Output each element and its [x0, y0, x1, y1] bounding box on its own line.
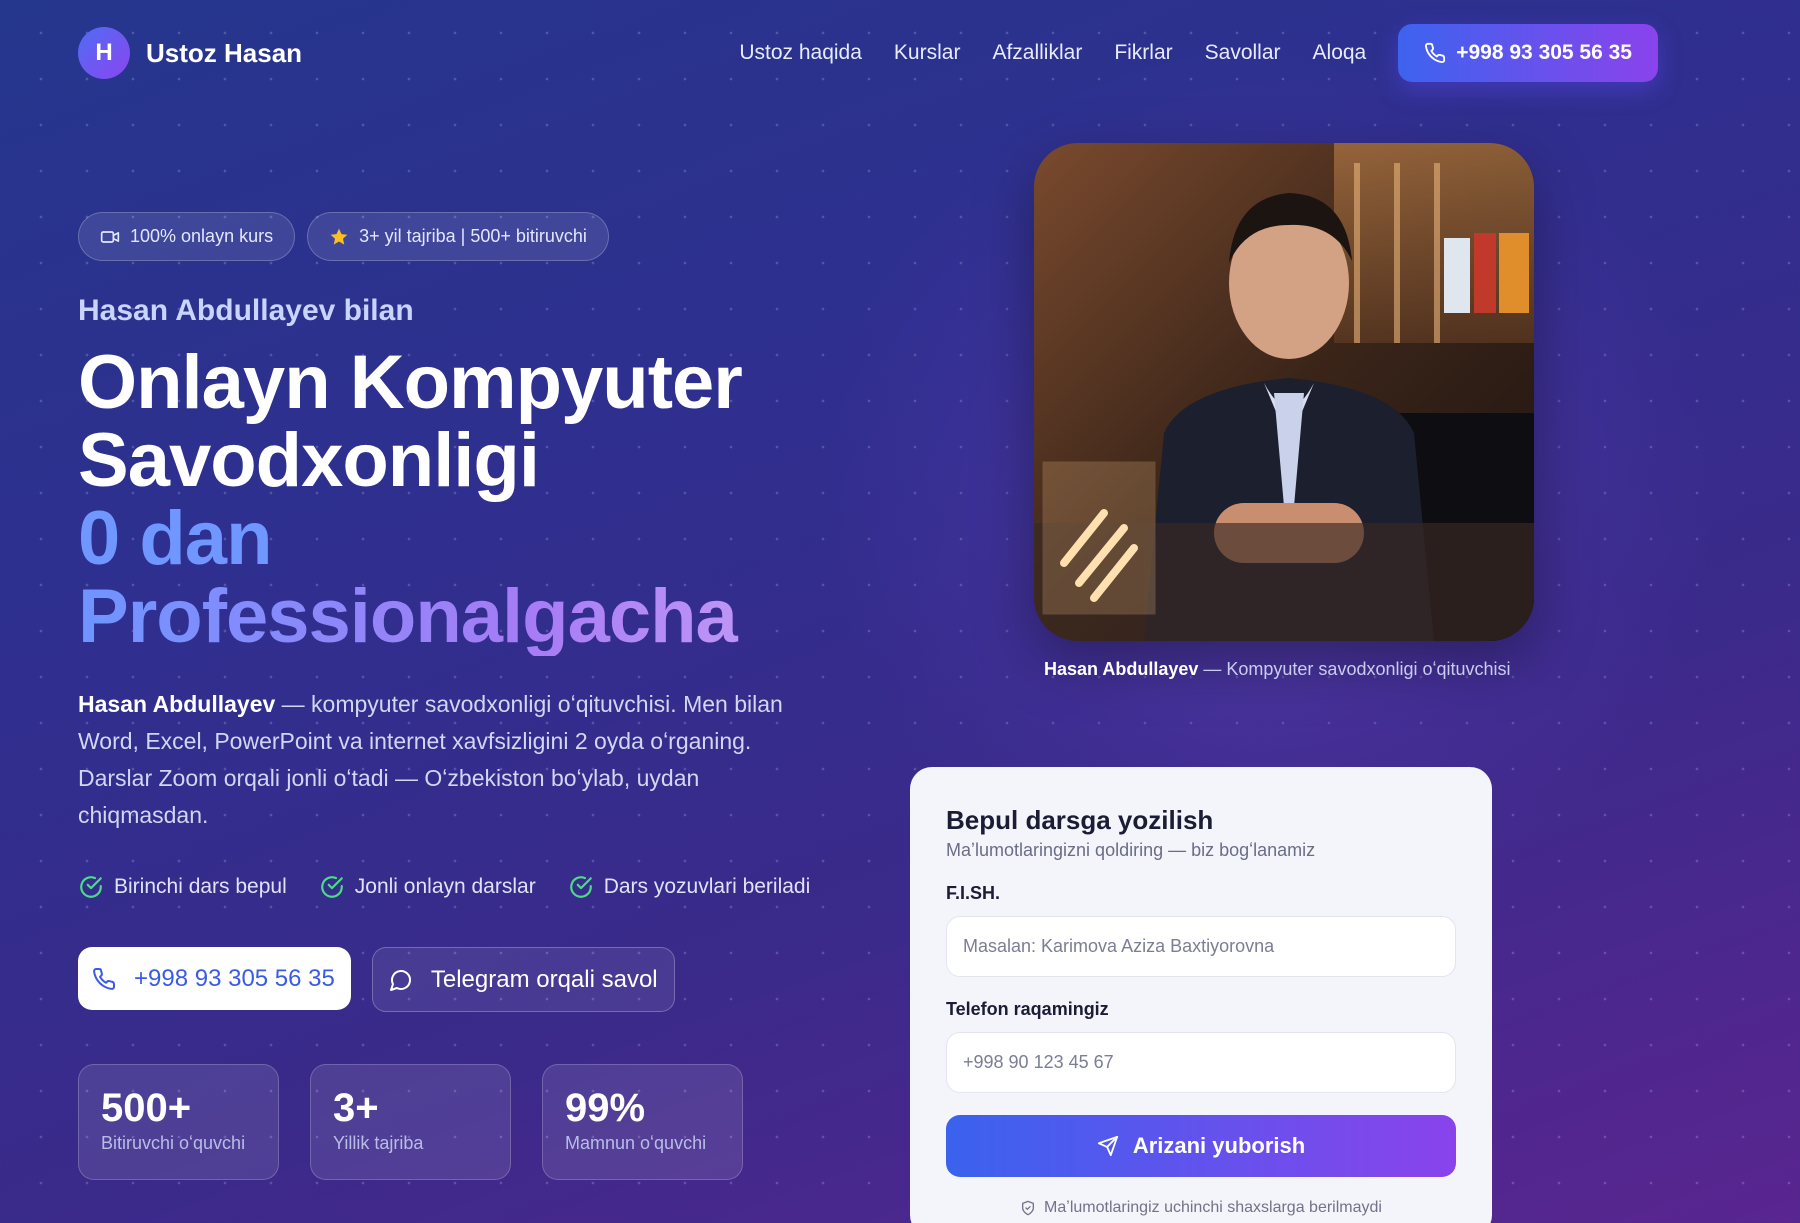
check-circle-icon: [320, 876, 343, 898]
stat-value: 500+: [101, 1086, 192, 1130]
phone-icon: [93, 967, 116, 990]
hero-description-name: Hasan Abdullayev: [78, 691, 276, 717]
hero-subtitle: Hasan Abdullayev bilan: [78, 294, 414, 327]
submit-application-button[interactable]: Arizani yuborish: [946, 1115, 1456, 1177]
badge-experience: 3+ yil tajriba | 500+ bitiruvchi: [307, 212, 609, 261]
hero-cta-group: +998 93 305 56 35 Telegram orqali savol: [78, 947, 675, 1012]
feature-checklist: Birinchi dars bepul Jonli onlayn darslar…: [78, 874, 810, 900]
photo-caption-name: Hasan Abdullayev: [1044, 659, 1199, 679]
stat-label: Mamnun oʻquvchi: [565, 1133, 707, 1153]
phone-input[interactable]: [946, 1032, 1456, 1093]
telegram-button-label: Telegram orqali savol: [430, 965, 658, 993]
privacy-note: Maʼlumotlaringiz uchinchi shaxslarga ber…: [946, 1199, 1456, 1217]
check-circle-icon: [569, 876, 592, 898]
check-item-label: Dars yozuvlari beriladi: [603, 875, 811, 898]
stat-card: 99% Mamnun oʻquvchi: [542, 1064, 743, 1180]
call-button-label: +998 93 305 56 35: [134, 964, 335, 992]
brand-name: Ustoz Hasan: [146, 37, 303, 68]
hero-title-line-1: Onlayn Kompyuter: [78, 340, 743, 425]
stat-card: 500+ Bitiruvchi oʻquvchi: [78, 1064, 279, 1180]
check-item-label: Birinchi dars bepul: [114, 875, 287, 898]
call-button[interactable]: +998 93 305 56 35: [78, 947, 351, 1010]
stat-value: 99%: [565, 1086, 646, 1130]
badge-online: 100% onlayn kurs: [78, 212, 296, 261]
nav-item-fikrlar[interactable]: Fikrlar: [1114, 41, 1172, 65]
hero-title-line-4: Professionalgacha: [78, 578, 838, 656]
phone-field-label: Telefon raqamingiz: [946, 999, 1109, 1019]
privacy-note-text: Maʼlumotlaringiz uchinchi shaxslarga ber…: [1044, 1199, 1382, 1216]
nav-item-savollar[interactable]: Savollar: [1205, 41, 1281, 65]
send-icon: [1097, 1135, 1118, 1157]
shield-check-icon: [1022, 1200, 1035, 1216]
stat-label: Bitiruvchi oʻquvchi: [101, 1133, 246, 1153]
hero-title-line-2: Savodxonligi: [78, 418, 540, 503]
chat-bubble-icon: [389, 969, 411, 991]
photo-caption: Hasan Abdullayev — Kompyuter savodxonlig…: [1044, 659, 1511, 680]
hero-title: Onlayn Kompyuter Savodxonligi 0 dan Prof…: [78, 344, 838, 656]
check-item: Dars yozuvlari beriladi: [568, 874, 811, 900]
nav-item-aloqa[interactable]: Aloqa: [1313, 41, 1367, 65]
header-phone-button[interactable]: +998 93 305 56 35: [1398, 24, 1658, 82]
name-field-label: F.I.SH.: [946, 883, 1001, 903]
check-circle-icon: [80, 876, 102, 898]
stat-value: 3+: [333, 1086, 379, 1130]
form-title: Bepul darsga yozilish: [946, 805, 1214, 835]
nav-item-ustoz-haqida[interactable]: Ustoz haqida: [739, 41, 862, 65]
check-item-label: Jonli onlayn darslar: [354, 875, 536, 898]
full-name-input[interactable]: [946, 916, 1456, 977]
nav-item-kurslar[interactable]: Kurslar: [894, 41, 961, 65]
submit-button-label: Arizani yuborish: [1132, 1133, 1306, 1158]
logo-badge: H: [78, 27, 130, 79]
stat-card: 3+ Yillik tajriba: [310, 1064, 511, 1180]
site-header: H Ustoz Hasan Ustoz haqida Kurslar Afzal…: [78, 24, 1658, 82]
badge-experience-label: 3+ yil tajriba | 500+ bitiruvchi: [359, 226, 587, 246]
form-subtitle: Maʼlumotlaringizni qoldiring — biz bogʻl…: [946, 840, 1316, 860]
hero-title-line-3: 0 dan: [78, 496, 273, 581]
phone-icon: [1425, 42, 1446, 63]
check-item: Birinchi dars bepul: [78, 874, 287, 900]
telegram-button[interactable]: Telegram orqali savol: [371, 947, 675, 1012]
check-item: Jonli onlayn darslar: [319, 874, 536, 900]
teacher-photo-illustration: [1034, 143, 1534, 641]
header-phone-label: +998 93 305 56 35: [1456, 41, 1632, 64]
photo-caption-role: — Kompyuter savodxonligi oʻqituvchisi: [1198, 659, 1511, 679]
nav-item-afzalliklar[interactable]: Afzalliklar: [992, 41, 1082, 65]
main-nav: Ustoz haqida Kurslar Afzalliklar Fikrlar…: [739, 24, 1658, 82]
hero-description: Hasan Abdullayev — kompyuter savodxonlig…: [78, 686, 818, 834]
stats-row: 500+ Bitiruvchi oʻquvchi 3+ Yillik tajri…: [78, 1064, 743, 1180]
hero-badges: 100% onlayn kurs 3+ yil tajriba | 500+ b…: [78, 212, 609, 261]
brand-logo[interactable]: H Ustoz Hasan: [78, 27, 302, 79]
teacher-photo: [1034, 143, 1534, 641]
stat-label: Yillik tajriba: [333, 1133, 424, 1153]
video-camera-icon: [100, 230, 120, 243]
star-icon: [330, 228, 348, 245]
badge-online-label: 100% onlayn kurs: [130, 226, 274, 246]
signup-form-card: Bepul darsga yozilish Maʼlumotlaringizni…: [910, 767, 1492, 1223]
